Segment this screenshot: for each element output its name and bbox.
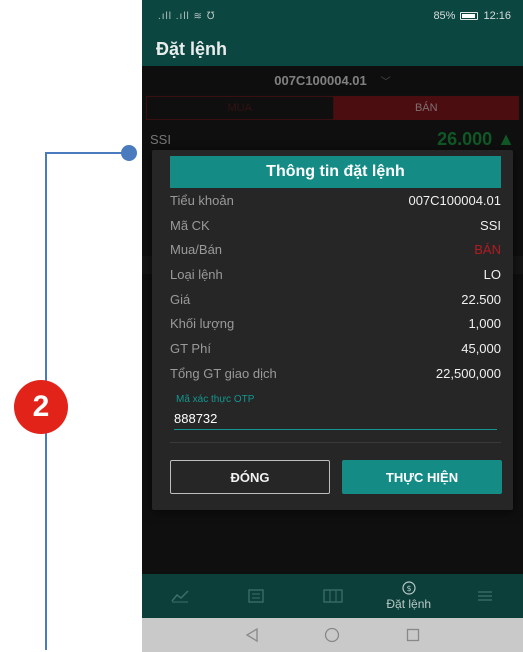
detail-label: Mua/Bán [170, 242, 223, 258]
detail-value: 45,000 [461, 340, 501, 356]
system-nav-bar [142, 618, 523, 652]
close-button[interactable]: ĐÓNG [170, 460, 330, 494]
nav-place-order-label: Đặt lệnh [386, 597, 432, 611]
home-icon[interactable] [324, 627, 340, 643]
battery-icon [460, 12, 479, 20]
menu-icon [477, 591, 492, 601]
detail-label: Khối lượng [170, 316, 235, 332]
phone-screen: .ıll .ıll ≋ ℧ 85% 12:16 Đặt lệnh 007C100… [142, 0, 523, 652]
detail-row: Tiểu khoản 007C100004.01 [170, 188, 501, 213]
detail-value: 22.500 [461, 291, 501, 307]
nav-orders[interactable] [218, 589, 294, 603]
list-icon [248, 589, 264, 603]
nav-market[interactable] [294, 589, 370, 603]
status-bar: .ıll .ıll ≋ ℧ 85% 12:16 [142, 0, 523, 32]
order-details: Tiểu khoản 007C100004.01 Mã CK SSI Mua/B… [170, 188, 501, 386]
back-icon[interactable] [245, 628, 259, 642]
board-icon [322, 589, 343, 603]
detail-row: Tổng GT giao dịch 22,500,000 [170, 361, 501, 386]
bottom-nav: $ Đặt lệnh [142, 574, 523, 618]
side-value: BÁN [474, 242, 501, 258]
clock: 12:16 [483, 10, 511, 22]
order-confirm-dialog: Thông tin đặt lệnh Tiểu khoản 007C100004… [152, 150, 513, 510]
detail-label: Giá [170, 291, 191, 307]
detail-label: GT Phí [170, 340, 211, 356]
nav-place-order[interactable]: $ Đặt lệnh [371, 581, 447, 611]
battery-percent: 85% [433, 10, 456, 22]
nav-menu[interactable] [447, 590, 523, 602]
detail-row: Mua/Bán BÁN [170, 237, 501, 262]
chart-icon [171, 590, 189, 603]
detail-row: Loại lệnh LO [170, 262, 501, 287]
detail-row: Mã CK SSI [170, 213, 501, 238]
nav-chart[interactable] [142, 589, 218, 603]
detail-label: Tiểu khoản [170, 192, 234, 208]
page-title: Đặt lệnh [142, 32, 523, 66]
detail-value: 007C100004.01 [408, 192, 501, 208]
recents-icon[interactable] [406, 628, 420, 642]
detail-label: Loại lệnh [170, 266, 223, 282]
dialog-title: Thông tin đặt lệnh [170, 156, 501, 188]
svg-text:$: $ [406, 584, 411, 593]
detail-value: LO [483, 266, 501, 282]
signal-icons: .ıll .ıll ≋ ℧ [158, 10, 216, 22]
otp-label: Mã xác thực OTP [176, 394, 255, 405]
detail-label: Tổng GT giao dịch [170, 365, 277, 381]
detail-row: GT Phí 45,000 [170, 336, 501, 361]
detail-row: Khối lượng 1,000 [170, 311, 501, 336]
divider [170, 442, 501, 443]
step-badge: 2 [14, 380, 68, 434]
detail-value: SSI [480, 217, 501, 233]
money-icon: $ [402, 581, 416, 595]
detail-row: Giá 22.500 [170, 287, 501, 312]
callout-dot [121, 145, 137, 161]
callout-line-horizontal [45, 152, 129, 154]
detail-label: Mã CK [170, 217, 210, 233]
detail-value: 1,000 [468, 316, 501, 332]
execute-button[interactable]: THỰC HIỆN [342, 460, 502, 494]
detail-value: 22,500,000 [435, 365, 501, 381]
otp-input[interactable] [174, 408, 497, 430]
